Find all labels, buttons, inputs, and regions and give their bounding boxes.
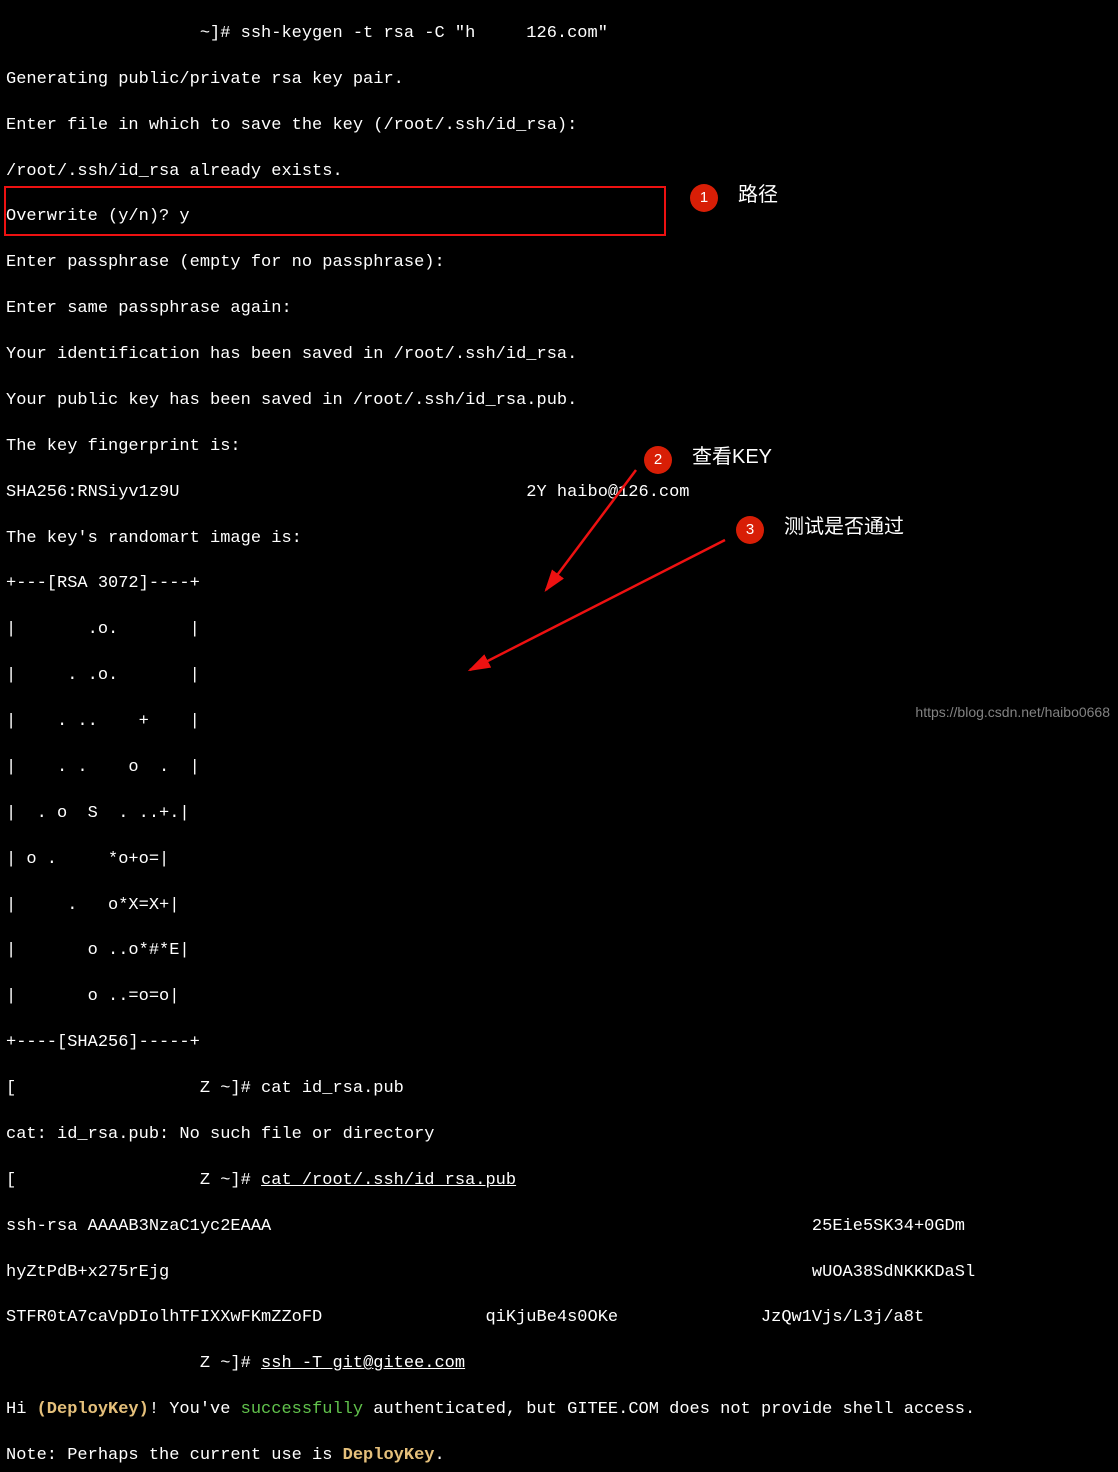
line-saved-pub: Your public key has been saved in /root/…: [6, 390, 1112, 413]
annotation-badge-3: 3: [736, 516, 764, 544]
pubkey-line: hyZtPdB+x275rEjg wUOA38SdNKKKDaSl: [6, 1262, 1112, 1285]
command-ssh-test: ssh -T git@gitee.com: [261, 1354, 465, 1373]
text: authenticated, but GITEE.COM does not pr…: [363, 1400, 975, 1419]
prompt-line: Z ~]# ssh -T git@gitee.com: [6, 1353, 1112, 1376]
prompt: [ Z ~]#: [6, 1171, 261, 1190]
pubkey-line: STFR0tA7caVpDIolhTFIXXwFKmZZoFD qiKjuBe4…: [6, 1307, 1112, 1330]
text: ! You've: [149, 1400, 241, 1419]
command-cat-pubkey: cat /root/.ssh/id_rsa.pub: [261, 1171, 516, 1190]
prompt: Z ~]#: [6, 1354, 261, 1373]
randomart-line: | . . o . |: [6, 757, 1112, 780]
line: The key's randomart image is:: [6, 528, 1112, 551]
prompt: [ Z ~]#: [6, 1079, 261, 1098]
badge-number: 3: [746, 520, 754, 540]
line: Enter passphrase (empty for no passphras…: [6, 252, 1112, 275]
text: Hi: [6, 1400, 37, 1419]
annotation-badge-1: 1: [690, 184, 718, 212]
line: /root/.ssh/id_rsa already exists.: [6, 161, 1112, 184]
line: SHA256:RNSiyv1z9U 2Y haibo@126.com: [6, 482, 1112, 505]
randomart-line: | o ..o*#*E|: [6, 940, 1112, 963]
annotation-label-3: 测试是否通过: [784, 514, 904, 541]
deploykey-label: DeployKey: [343, 1446, 435, 1465]
line: ~]# ssh-keygen -t rsa -C "h 126.com": [6, 23, 1112, 46]
auth-success-line: Hi (DeployKey)! You've successfully auth…: [6, 1399, 1112, 1422]
badge-number: 1: [700, 188, 708, 208]
line: cat: id_rsa.pub: No such file or directo…: [6, 1124, 1112, 1147]
randomart-line: | . .o. |: [6, 665, 1112, 688]
line: The key fingerprint is:: [6, 436, 1112, 459]
terminal-output: ~]# ssh-keygen -t rsa -C "h 126.com" Gen…: [0, 0, 1118, 1472]
text: Note: Perhaps the current use is: [6, 1446, 343, 1465]
randomart-line: +----[SHA256]-----+: [6, 1032, 1112, 1055]
note-line: Note: Perhaps the current use is DeployK…: [6, 1445, 1112, 1468]
prompt-line: [ Z ~]# cat /root/.ssh/id_rsa.pub: [6, 1170, 1112, 1193]
line: Enter same passphrase again:: [6, 298, 1112, 321]
line: Generating public/private rsa key pair.: [6, 69, 1112, 92]
randomart-line: | . o*X=X+|: [6, 895, 1112, 918]
prompt-line: [ Z ~]# cat id_rsa.pub: [6, 1078, 1112, 1101]
deploykey-label: (DeployKey): [37, 1400, 149, 1419]
pubkey-line: ssh-rsa AAAAB3NzaC1yc2EAAA 25Eie5SK34+0G…: [6, 1216, 1112, 1239]
watermark: https://blog.csdn.net/haibo0668: [915, 703, 1110, 722]
randomart-line: | . o S . ..+.|: [6, 803, 1112, 826]
text: .: [434, 1446, 444, 1465]
randomart-line: +---[RSA 3072]----+: [6, 573, 1112, 596]
annotation-label-2: 查看KEY: [692, 444, 772, 471]
randomart-line: | o ..=o=o|: [6, 986, 1112, 1009]
annotation-badge-2: 2: [644, 446, 672, 474]
annotation-label-1: 路径: [738, 182, 778, 209]
randomart-line: | .o. |: [6, 619, 1112, 642]
randomart-line: | o . *o+o=|: [6, 849, 1112, 872]
line-saved-id: Your identification has been saved in /r…: [6, 344, 1112, 367]
line: Enter file in which to save the key (/ro…: [6, 115, 1112, 138]
line: Overwrite (y/n)? y: [6, 206, 1112, 229]
badge-number: 2: [654, 450, 662, 470]
command: cat id_rsa.pub: [261, 1079, 404, 1098]
success-word: successfully: [241, 1400, 363, 1419]
